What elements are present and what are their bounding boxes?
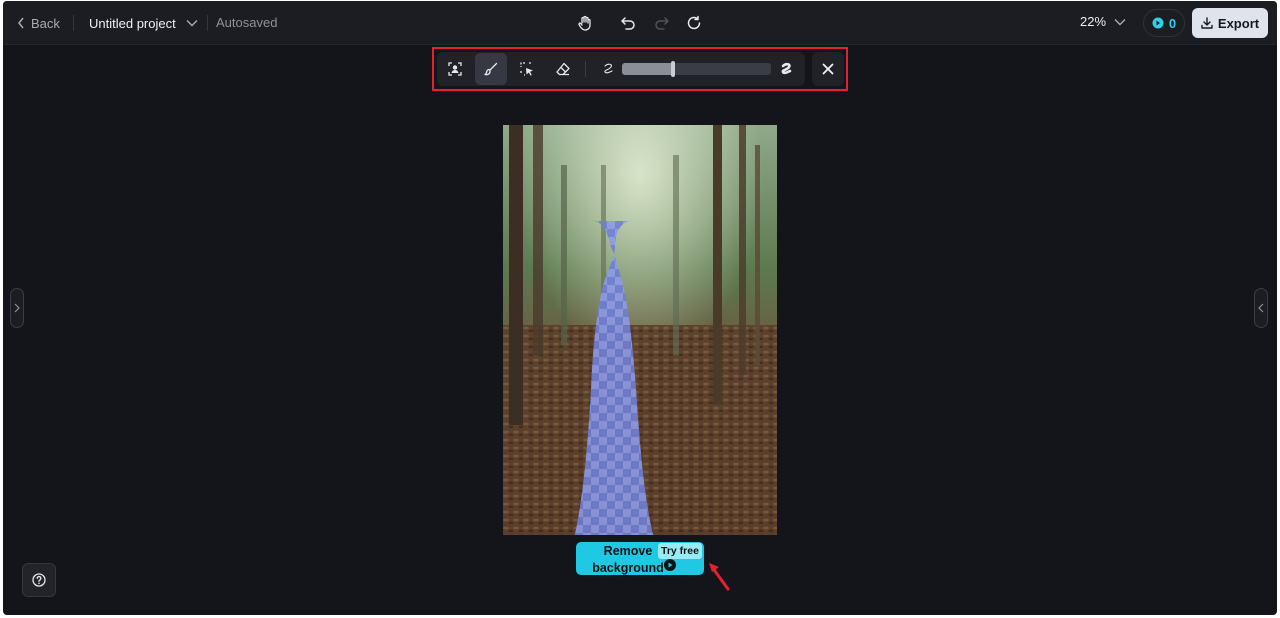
select-cursor-icon (520, 62, 533, 76)
undo-button[interactable] (617, 12, 639, 34)
download-icon (1201, 17, 1213, 29)
divider (207, 15, 208, 31)
brush-size-slider[interactable] (622, 61, 771, 77)
thin-stroke-icon (604, 63, 613, 74)
redo-button[interactable] (651, 12, 673, 34)
chevron-left-icon (18, 17, 24, 29)
brush-size-small-indicator (593, 53, 625, 85)
chevron-left-icon (1258, 303, 1264, 313)
back-label: Back (31, 15, 60, 31)
refresh-button[interactable] (683, 12, 705, 34)
brush-tool[interactable] (475, 53, 507, 85)
help-circle-icon (32, 573, 46, 587)
try-free-badge: Try free (658, 543, 702, 559)
credit-coin-icon (1152, 17, 1164, 29)
chevron-right-icon (14, 303, 20, 313)
hand-icon (578, 15, 591, 31)
zoom-dropdown[interactable]: 22% (1080, 14, 1126, 29)
annotation-arrow-icon (709, 563, 730, 591)
photo-forest-person-icon (503, 125, 777, 535)
cutout-toolbar (437, 52, 805, 86)
refresh-icon (687, 15, 701, 30)
auto-select-subject-tool[interactable] (439, 53, 471, 85)
left-panel-toggle[interactable] (10, 288, 24, 328)
back-button[interactable]: Back (17, 13, 60, 33)
hand-tool-button[interactable] (574, 12, 596, 34)
autosave-status: Autosaved (216, 15, 278, 30)
right-panel-toggle[interactable] (1254, 288, 1268, 328)
editor-window: Back Untitled project Autosaved 22% 0 Ex… (3, 1, 1277, 615)
chevron-down-icon (1114, 18, 1126, 25)
brush-size-large-indicator (771, 53, 803, 85)
eraser-icon (556, 62, 570, 76)
smart-select-tool[interactable] (511, 53, 543, 85)
zoom-level: 22% (1080, 14, 1107, 29)
credits-badge[interactable]: 0 (1143, 9, 1185, 37)
project-name: Untitled project (89, 15, 176, 31)
credit-coin-icon (664, 559, 676, 571)
thick-stroke-icon (781, 62, 792, 75)
undo-icon (621, 17, 635, 30)
project-name-dropdown[interactable]: Untitled project (89, 13, 198, 33)
chevron-down-icon (186, 20, 198, 27)
slider-thumb[interactable] (671, 61, 675, 77)
top-bar: Back Untitled project Autosaved 22% 0 Ex… (3, 1, 1277, 45)
export-button[interactable]: Export (1192, 8, 1268, 38)
export-label: Export (1217, 15, 1260, 31)
redo-icon (655, 17, 669, 30)
slider-fill (622, 63, 673, 75)
canvas-image[interactable] (503, 125, 777, 535)
toolbar-divider (585, 61, 586, 77)
brush-icon (484, 62, 498, 76)
divider (73, 15, 74, 31)
eraser-tool[interactable] (547, 53, 579, 85)
remove-background-button[interactable]: Remove background Try free (576, 542, 704, 575)
close-icon (822, 63, 834, 75)
close-toolbar-button[interactable] (812, 52, 844, 86)
person-focus-icon (448, 62, 462, 76)
help-button[interactable] (22, 563, 56, 597)
credits-count: 0 (1168, 15, 1177, 31)
